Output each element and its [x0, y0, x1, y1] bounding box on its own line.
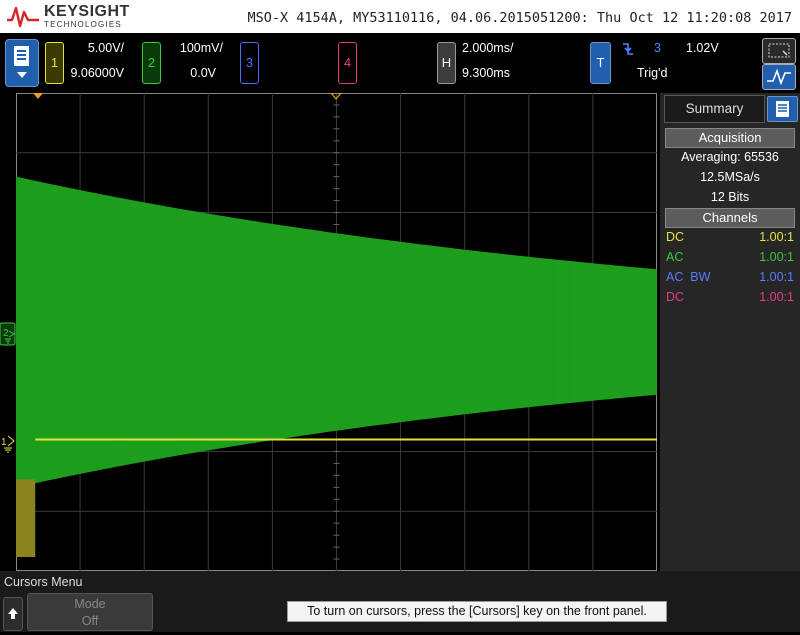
waveform-icon — [767, 68, 791, 86]
trigger-button[interactable]: T — [590, 42, 611, 84]
channel-coupling: DC — [666, 230, 685, 244]
title-bar: KEYSIGHT TECHNOLOGIES MSO-X 4154A, MY531… — [0, 0, 800, 33]
list-icon — [776, 101, 789, 117]
probe-ratio: 1.00:1 — [759, 230, 794, 244]
horizontal-delay: 9.300ms — [462, 66, 510, 80]
mode-label: Mode — [74, 597, 106, 611]
channel-2-ground-marker[interactable]: 2 — [0, 322, 16, 346]
horizontal-scale: 2.000ms/ — [462, 41, 514, 55]
channel-1-button[interactable]: 1 — [45, 42, 64, 84]
zoom-box-icon — [768, 43, 790, 58]
channel-3-button[interactable]: 3 — [240, 42, 259, 84]
mode-softkey[interactable]: Mode Off — [27, 593, 153, 631]
trigger-level: 1.02V — [686, 41, 719, 55]
channel-row: AC BW 1.00:1 — [666, 270, 794, 286]
channel-row: AC 1.00:1 — [666, 250, 794, 266]
probe-ratio: 1.00:1 — [759, 290, 794, 304]
summary-panel: Summary Acquisition Averaging: 65536 12.… — [660, 93, 800, 571]
probe-ratio: 1.00:1 — [759, 250, 794, 264]
svg-text:1: 1 — [1, 437, 7, 448]
waveform-display[interactable] — [15, 92, 658, 572]
instrument-info: MSO-X 4154A, MY53110116, 04.06.201505120… — [247, 10, 792, 26]
channel-coupling: DC — [666, 290, 685, 304]
channels-header: Channels — [665, 208, 795, 228]
trigger-source: 3 — [654, 41, 661, 55]
channel-1-offset: 9.06000V — [70, 66, 124, 80]
channel-offset-markers: 2 1 — [0, 93, 16, 571]
brand-name: KEYSIGHT — [44, 3, 130, 20]
channel-1-pulse — [16, 479, 36, 557]
brand-subtitle: TECHNOLOGIES — [44, 20, 122, 29]
horizontal-button[interactable]: H — [437, 42, 456, 84]
summary-tab[interactable]: Summary — [664, 95, 765, 123]
waveform-graticule — [15, 92, 658, 572]
channel-4-button[interactable]: 4 — [338, 42, 357, 84]
channel-2-offset: 0.0V — [190, 66, 216, 80]
panel-menu-button[interactable] — [767, 96, 798, 122]
status-message: To turn on cursors, press the [Cursors] … — [287, 601, 667, 622]
falling-edge-icon — [623, 43, 633, 55]
keysight-wave-icon — [7, 6, 39, 28]
zoom-button[interactable] — [762, 38, 796, 64]
main-menu-button[interactable] — [5, 39, 39, 87]
channel-1-ground-marker[interactable]: 1 — [1, 435, 15, 453]
channel-coupling: AC BW — [666, 270, 711, 284]
channel-coupling: AC — [666, 250, 684, 264]
acquisition-sample-rate: 12.5MSa/s — [700, 170, 760, 184]
auto-scale-button[interactable] — [762, 64, 796, 90]
channel-row: DC 1.00:1 — [666, 290, 794, 306]
mode-value: Off — [81, 614, 99, 628]
back-button[interactable] — [3, 597, 23, 631]
menu-title: Cursors Menu — [4, 575, 83, 589]
acquisition-averaging: Averaging: 65536 — [681, 150, 779, 164]
channel-row: DC 1.00:1 — [666, 230, 794, 246]
softkey-bar: Cursors Menu Mode Off To turn on cursors… — [0, 571, 800, 632]
document-icon — [14, 46, 29, 66]
channel-2-button[interactable]: 2 — [142, 42, 161, 84]
trigger-status: Trig'd — [637, 66, 668, 80]
probe-ratio: 1.00:1 — [759, 270, 794, 284]
chevron-down-icon — [17, 72, 27, 78]
acquisition-header: Acquisition — [665, 128, 795, 148]
acquisition-bits: 12 Bits — [710, 190, 750, 204]
keysight-logo: KEYSIGHT TECHNOLOGIES — [6, 2, 136, 30]
channel-2-scale: 100mV/ — [179, 41, 223, 55]
svg-text:2: 2 — [3, 328, 9, 339]
channel-1-scale: 5.00V/ — [87, 41, 124, 55]
arrow-up-icon — [8, 608, 18, 619]
channel-bar: 1 5.00V/ 9.06000V 2 100mV/ 0.0V 3 4 H 2.… — [0, 33, 800, 91]
